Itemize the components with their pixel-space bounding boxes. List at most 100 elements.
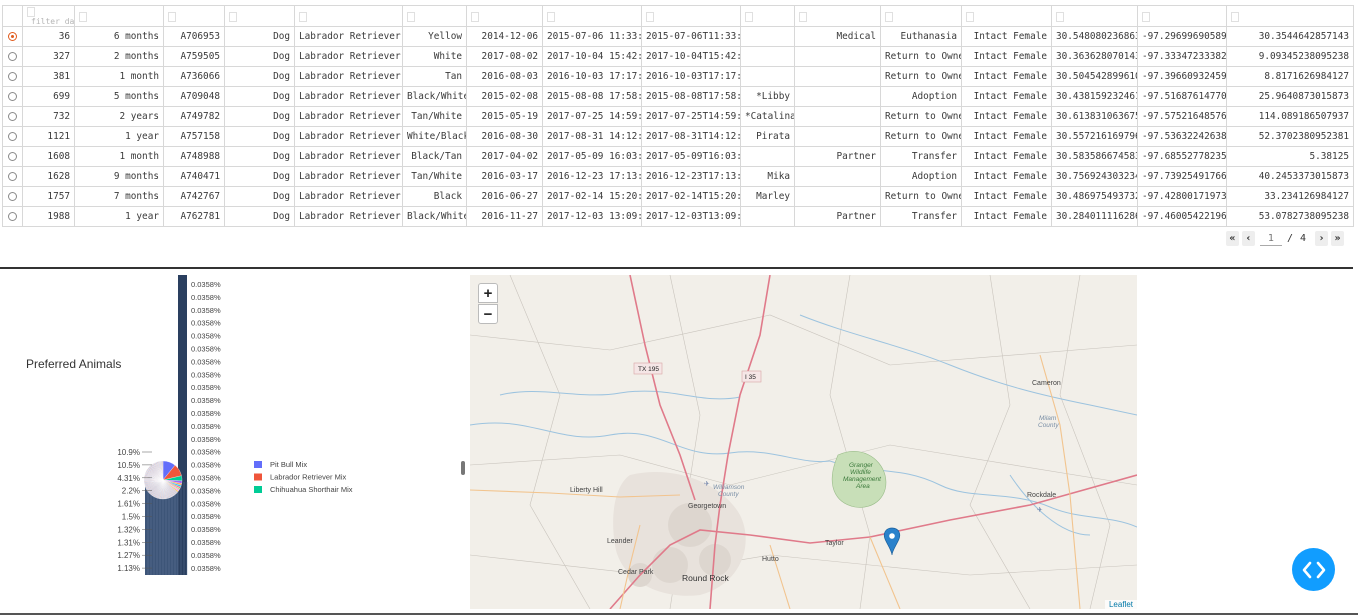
filter-input-box[interactable] — [27, 7, 35, 17]
table-cell: Intact Female — [961, 46, 1052, 67]
map-attribution-link[interactable]: Leaflet — [1104, 600, 1137, 609]
panel-resize-handle[interactable] — [461, 461, 465, 475]
first-page-button[interactable]: « — [1225, 230, 1239, 246]
table-cell: 2017-10-04T15:42:00 — [641, 46, 741, 67]
row-select-radio[interactable] — [8, 112, 17, 121]
filter-cell[interactable] — [961, 5, 1052, 27]
table-cell: A736066 — [163, 66, 225, 87]
table-row[interactable]: 11211 yearA757158DogLabrador Retriever M… — [2, 126, 1354, 147]
table-row[interactable]: 327 2 months A759505 Dog Labrador Retriever … — [2, 46, 1354, 67]
row-select-radio[interactable] — [8, 132, 17, 141]
table-cell: 36 — [22, 26, 75, 47]
filter-input-box[interactable] — [168, 11, 176, 22]
filter-cell[interactable] — [1226, 5, 1354, 27]
filter-input-box[interactable] — [229, 11, 237, 22]
filter-input-box[interactable] — [799, 11, 807, 22]
filter-cell[interactable] — [294, 5, 403, 27]
table-cell: 2017-12-03T13:09:00 — [641, 206, 741, 227]
table-cell: Tan — [402, 66, 467, 87]
table-cell — [794, 66, 881, 87]
row-select-cell[interactable] — [2, 86, 23, 107]
last-page-button[interactable]: » — [1331, 230, 1344, 246]
table-row[interactable]: 1757 7 months A742767 Dog Labrador Retriever… — [2, 186, 1354, 207]
filter-input-box[interactable] — [966, 11, 974, 22]
filter-cell[interactable] — [1051, 5, 1138, 27]
filter-input-box[interactable] — [547, 11, 555, 22]
row-select-radio[interactable] — [8, 52, 17, 61]
previous-page-button[interactable]: ‹ — [1241, 230, 1255, 246]
row-select-cell[interactable] — [2, 106, 23, 127]
filter-input-box[interactable] — [1142, 11, 1150, 22]
table-cell: Dog — [224, 146, 295, 167]
row-select-cell[interactable] — [2, 66, 23, 87]
filter-placeholder: filter data... — [31, 17, 75, 26]
table-cell: 2016-12-23T17:13:00 — [641, 166, 741, 187]
current-page-input[interactable]: 1 — [1259, 231, 1282, 246]
table-row[interactable]: 7322 yearsA749782DogLabrador Retriever M… — [2, 106, 1354, 127]
filter-cell[interactable] — [740, 5, 795, 27]
row-select-cell[interactable] — [2, 126, 23, 147]
row-select-radio[interactable] — [8, 72, 17, 81]
table-cell: Euthanasia — [880, 26, 962, 47]
map-view[interactable]: TX 195 I 35 Liberty Hill Georgetown Will… — [470, 275, 1137, 609]
row-select-cell[interactable] — [2, 186, 23, 207]
row-select-cell[interactable] — [2, 26, 23, 47]
table-cell: 40.2453373015873 — [1226, 166, 1354, 187]
table-cell: -97.5168761477021 — [1137, 86, 1227, 107]
table-cell: A749782 — [163, 106, 225, 127]
filter-input-box[interactable] — [407, 11, 415, 22]
table-cell: Dog — [224, 166, 295, 187]
row-select-radio[interactable] — [8, 192, 17, 201]
filter-input-box[interactable] — [299, 11, 307, 22]
table-row[interactable]: 699 5 months A709048 Dog Labrador Retriever … — [2, 86, 1354, 107]
table-cell: 1757 — [22, 186, 75, 207]
filter-input-box[interactable] — [1056, 11, 1064, 22]
filter-cell[interactable] — [794, 5, 881, 27]
row-select-radio[interactable] — [8, 92, 17, 101]
row-select-cell[interactable] — [2, 146, 23, 167]
filter-input-box[interactable] — [1231, 11, 1239, 22]
filter-cell[interactable] — [641, 5, 741, 27]
code-toggle-button[interactable] — [1292, 548, 1335, 591]
filter-cell[interactable] — [224, 5, 295, 27]
liberty-hill-label: Liberty Hill — [570, 487, 603, 494]
table-cell — [794, 86, 881, 107]
table-cell: Intact Female — [961, 106, 1052, 127]
row-select-cell[interactable] — [2, 166, 23, 187]
filter-cell[interactable] — [880, 5, 962, 27]
row-select-radio[interactable] — [8, 212, 17, 221]
filter-input-box[interactable] — [646, 11, 654, 22]
filter-cell[interactable] — [402, 5, 467, 27]
filter-input-box[interactable] — [745, 11, 753, 22]
table-cell: 2017-05-09T16:03:00 — [641, 146, 741, 167]
zoom-out-button[interactable]: − — [478, 304, 498, 324]
next-page-button[interactable]: › — [1315, 230, 1328, 246]
row-select-cell[interactable] — [2, 46, 23, 67]
filter-input-box[interactable] — [471, 11, 479, 22]
table-cell: 2016-06-27 — [466, 186, 543, 207]
filter-cell[interactable]: filter data... — [22, 5, 75, 27]
table-row[interactable]: 19881 yearA762781DogLabrador Retriever M… — [2, 206, 1354, 227]
table-cell: 9.09345238095238 — [1226, 46, 1354, 67]
row-select-cell[interactable] — [2, 206, 23, 227]
zoom-in-button[interactable]: + — [478, 283, 498, 303]
table-cell: Labrador Retriever Mix — [294, 86, 403, 107]
filter-cell[interactable] — [163, 5, 225, 27]
row-select-radio[interactable] — [8, 172, 17, 181]
row-select-radio[interactable] — [8, 32, 17, 41]
filter-cell[interactable] — [466, 5, 543, 27]
table-row[interactable]: 3811 monthA736066DogLabrador Retriever M… — [2, 66, 1354, 87]
table-row[interactable]: 366 monthsA706953DogLabrador Retriever M… — [2, 26, 1354, 47]
row-select-radio[interactable] — [8, 152, 17, 161]
filter-input-box[interactable] — [79, 11, 87, 22]
filter-input-box[interactable] — [885, 11, 893, 22]
filter-cell[interactable] — [1137, 5, 1227, 27]
filter-cell[interactable] — [542, 5, 642, 27]
table-row[interactable]: 1628 9 months A740471 Dog Labrador Retriever… — [2, 166, 1354, 187]
pie-slice-label: 4.31% — [117, 474, 140, 483]
granger-label-3: Management — [843, 476, 882, 483]
table-cell: *Catalina — [740, 106, 795, 127]
table-row[interactable]: 1608 1 month A748988 Dog Labrador Retriever … — [2, 146, 1354, 167]
map-pin-icon[interactable] — [883, 527, 901, 556]
filter-cell[interactable] — [74, 5, 164, 27]
